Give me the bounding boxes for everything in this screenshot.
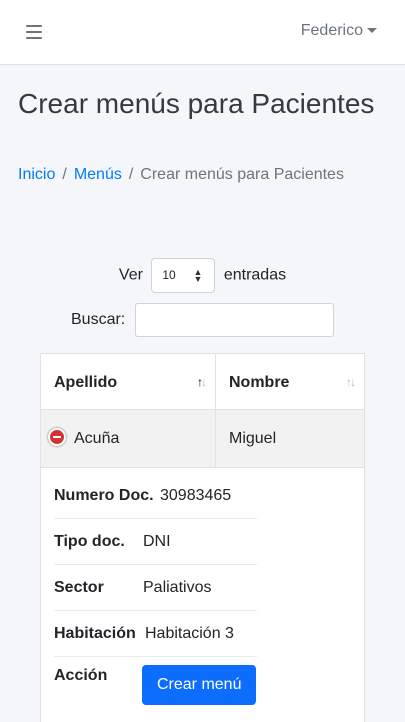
length-label-before: Ver bbox=[118, 266, 143, 284]
entries-select-value: 10 bbox=[162, 268, 176, 282]
detail-value: Habitación 3 bbox=[145, 624, 234, 642]
detail-label: Numero Doc. bbox=[54, 487, 154, 504]
breadcrumb: Inicio / Menús / Crear menús para Pacientes bbox=[18, 166, 344, 184]
row-details: Numero Doc. 30983465 Tipo doc. DNI Secto… bbox=[41, 468, 364, 722]
column-label: Nombre bbox=[229, 374, 290, 391]
apellido-value: Acuña bbox=[74, 430, 120, 447]
sort-icon: ↑↓ bbox=[197, 375, 207, 389]
table-header: Apellido ↑↓ Nombre ↑↓ bbox=[41, 354, 364, 410]
sort-icon: ↑↓ bbox=[346, 375, 356, 389]
detail-sector: Sector Paliativos bbox=[54, 565, 257, 611]
detail-label: Habitación bbox=[54, 624, 136, 642]
detail-label: Tipo doc. bbox=[54, 532, 125, 550]
column-header-apellido[interactable]: Apellido ↑↓ bbox=[41, 354, 216, 409]
nombre-value: Miguel bbox=[229, 430, 277, 447]
search-input[interactable] bbox=[135, 303, 334, 337]
hamburger-icon[interactable] bbox=[26, 25, 42, 39]
create-menu-button[interactable]: Crear menú bbox=[142, 665, 257, 705]
breadcrumb-menus[interactable]: Menús bbox=[74, 166, 122, 183]
entries-select[interactable]: 10 ▲ ▼ bbox=[151, 258, 216, 293]
breadcrumb-inicio[interactable]: Inicio bbox=[18, 166, 55, 183]
cell-apellido: Acuña bbox=[41, 410, 216, 467]
detail-value: Paliativos bbox=[143, 578, 212, 596]
detail-label: Acción bbox=[54, 667, 108, 684]
entries-length-control: Ver 10 ▲ ▼ entradas bbox=[0, 258, 405, 293]
detail-habitacion: Habitación Habitación 3 bbox=[54, 611, 257, 657]
column-header-nombre[interactable]: Nombre ↑↓ bbox=[216, 354, 364, 409]
column-label: Apellido bbox=[54, 374, 118, 391]
breadcrumb-separator: / bbox=[62, 166, 67, 183]
detail-label: Sector bbox=[54, 578, 104, 596]
detail-accion: Acción Crear menú bbox=[54, 657, 257, 713]
page-title: Crear menús para Pacientes bbox=[18, 88, 375, 119]
detail-value: 30983465 bbox=[160, 487, 232, 504]
detail-numero-doc: Numero Doc. 30983465 bbox=[54, 468, 257, 519]
detail-value: DNI bbox=[143, 532, 171, 550]
top-navbar: Federico bbox=[0, 0, 405, 65]
detail-tipo-doc: Tipo doc. DNI bbox=[54, 519, 257, 565]
search-label: Buscar: bbox=[71, 311, 126, 328]
collapse-row-icon[interactable] bbox=[48, 428, 66, 446]
table-row[interactable]: Acuña Miguel bbox=[41, 410, 364, 468]
user-dropdown[interactable]: Federico bbox=[301, 22, 377, 40]
select-arrows-icon: ▲ ▼ bbox=[193, 267, 203, 284]
cell-nombre: Miguel bbox=[216, 410, 364, 467]
caret-down-icon bbox=[367, 28, 377, 34]
length-label-after: entradas bbox=[223, 266, 287, 284]
breadcrumb-current: Crear menús para Pacientes bbox=[140, 166, 344, 183]
user-name: Federico bbox=[300, 22, 363, 39]
patients-table: Apellido ↑↓ Nombre ↑↓ Acuña Miguel Numer… bbox=[40, 353, 365, 722]
breadcrumb-separator: / bbox=[128, 166, 134, 183]
